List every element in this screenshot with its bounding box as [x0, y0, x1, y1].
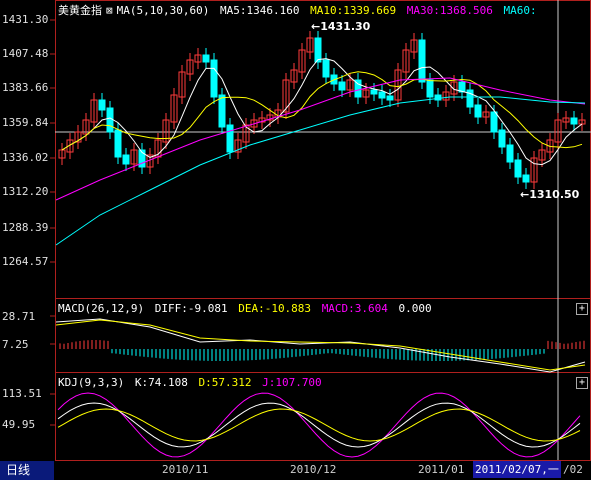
y-tick-label: 1264.57 [2, 255, 49, 268]
macd-dea-line [55, 319, 586, 371]
candle-body [426, 79, 434, 98]
ma60-value: MA60: [503, 4, 537, 17]
candle-body [514, 159, 522, 178]
y-tick-label: 1336.02 [2, 151, 49, 164]
kdj-d: D:57.312 [198, 376, 252, 389]
macd-y-label: 28.71 [2, 310, 36, 323]
candle-body [226, 124, 234, 153]
high-annotation: ←1431.30 [311, 20, 371, 33]
candle-body [474, 104, 482, 118]
candle-body [114, 129, 122, 158]
candle-body [522, 174, 530, 183]
candle-body [218, 94, 226, 128]
candle-body [122, 154, 130, 165]
y-tick-label: 1359.84 [2, 116, 49, 129]
main-legend: 美黄金指 ⊠ MA(5,10,30,60) MA5:1346.160 MA10:13… [58, 2, 541, 18]
ma5-value: MA5:1346.160 [219, 4, 300, 17]
ma10-value: MA10:1339.669 [310, 4, 397, 17]
macd-legend: MACD(26,12,9) DIFF:-9.081 DEA:-10.883 MA… [58, 302, 436, 315]
kdj-d-line [57, 408, 581, 442]
y-tick-label: 1431.30 [2, 13, 49, 26]
macd-diff: DIFF:-9.081 [154, 302, 228, 315]
macd-value: MACD:3.604 [321, 302, 388, 315]
candle-body [370, 89, 378, 95]
kdj-legend: KDJ(9,3,3) K:74.108 D:57.312 J:107.700 [58, 376, 326, 389]
macd-diff-line [55, 318, 586, 373]
candle-body [498, 129, 506, 148]
candle-body [106, 107, 114, 133]
ma60-line [55, 96, 586, 246]
y-tick-label: 1407.48 [2, 47, 49, 60]
ma-params: MA(5,10,30,60) [116, 4, 210, 17]
x-axis-label: 2011/01 [418, 463, 465, 476]
macd-dea: DEA:-10.883 [238, 302, 312, 315]
cursor-date-label: 2011/02/07,一 [473, 461, 561, 478]
candle-body [434, 94, 442, 101]
candle-body [378, 91, 386, 99]
kdj-params: KDJ(9,3,3) [58, 376, 125, 389]
y-tick-label: 1288.39 [2, 221, 49, 234]
macd-params: MACD(26,12,9) [58, 302, 145, 315]
kdj-k: K:74.108 [134, 376, 188, 389]
low-annotation: ←1310.50 [520, 188, 580, 201]
candle-body [506, 144, 514, 163]
ma-toggle-icon[interactable]: ⊠ [106, 4, 113, 17]
candle-body [98, 99, 106, 111]
macd-y-label: 7.25 [2, 338, 29, 351]
macd-zero: 0.000 [398, 302, 432, 315]
kdj-y-label: 49.95 [2, 418, 36, 431]
candlestick-chart[interactable] [0, 0, 591, 480]
candle-body [210, 59, 218, 98]
y-tick-label: 1383.66 [2, 81, 49, 94]
macd-expand-button[interactable]: + [576, 303, 588, 315]
kdj-y-label: 113.51 [2, 387, 42, 400]
ma5-line [61, 58, 583, 166]
candle-body [490, 111, 498, 133]
instrument-title: 美黄金指 [58, 4, 102, 17]
kdj-j: J:107.700 [262, 376, 322, 389]
period-tab-daily[interactable]: 日线 [0, 461, 54, 480]
candle-body [314, 37, 322, 63]
x-axis-label: 2010/12 [290, 463, 337, 476]
candle-body [338, 81, 346, 91]
y-tick-label: 1312.20 [2, 185, 49, 198]
candle-body [418, 39, 426, 83]
candle-body [386, 95, 394, 101]
kdj-expand-button[interactable]: + [576, 377, 588, 389]
ma30-line [55, 77, 586, 201]
x-axis-label: 2010/11 [162, 463, 209, 476]
ma30-value: MA30:1368.506 [406, 4, 493, 17]
candle-body [570, 117, 578, 125]
candle-body [202, 54, 210, 63]
cursor-date-tail: /02 [563, 463, 583, 476]
candle-body [322, 59, 330, 78]
